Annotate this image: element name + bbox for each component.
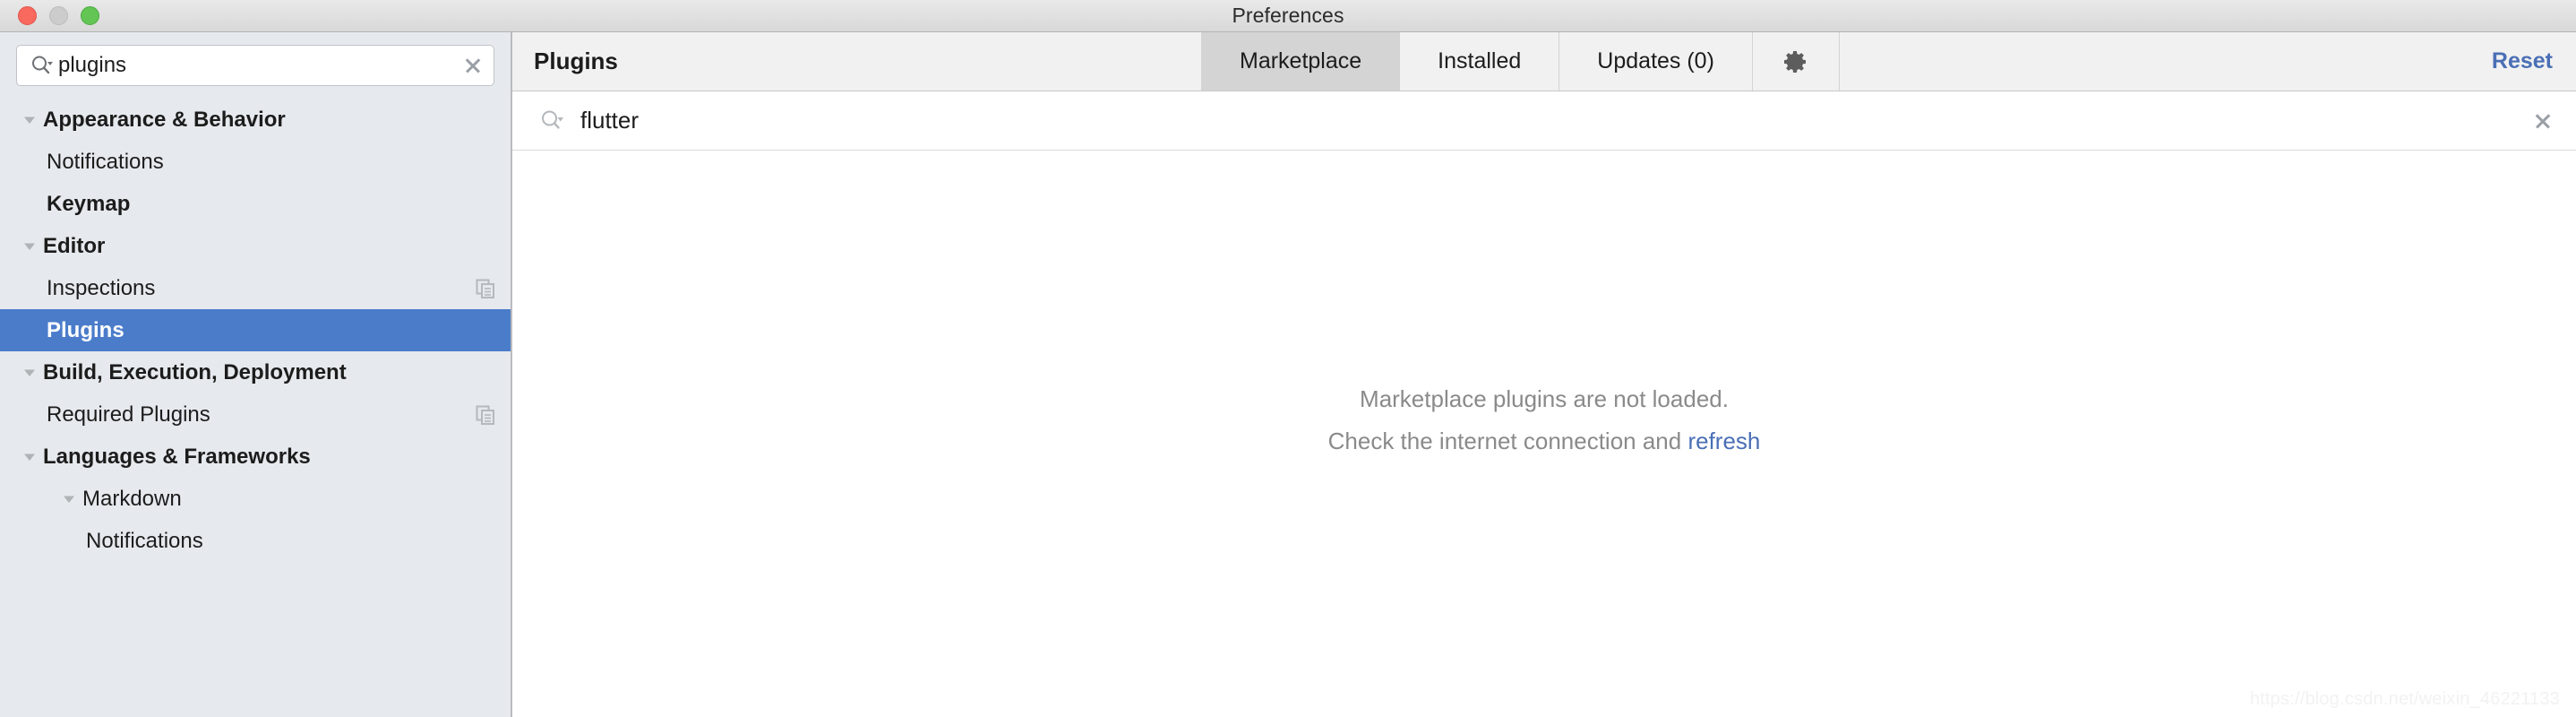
- chevron-down-icon[interactable]: [16, 238, 43, 255]
- sidebar-item-label: Notifications: [47, 149, 164, 174]
- chevron-down-icon[interactable]: [56, 491, 82, 507]
- sidebar-item-markdown-notifications[interactable]: Notifications: [0, 520, 511, 562]
- sidebar-item-label: Required Plugins: [47, 402, 210, 427]
- plugins-panel: Plugins Marketplace Installed Updates (0…: [512, 32, 2576, 717]
- settings-search-input[interactable]: plugins: [56, 55, 461, 76]
- sidebar-item-label: Notifications: [86, 528, 203, 553]
- chevron-down-icon[interactable]: [16, 449, 43, 465]
- sidebar-item-label: Languages & Frameworks: [43, 444, 311, 469]
- window-title: Preferences: [1232, 4, 1344, 27]
- title-bar: Preferences: [0, 0, 2576, 32]
- chevron-down-icon[interactable]: [16, 365, 43, 381]
- settings-search-field[interactable]: plugins: [16, 45, 494, 86]
- refresh-link[interactable]: refresh: [1687, 428, 1760, 454]
- window-body: plugins Appearance & Behavior Notificati…: [0, 32, 2576, 717]
- reset-button[interactable]: Reset: [2492, 32, 2576, 91]
- gear-icon[interactable]: [1753, 32, 1840, 91]
- sidebar-item-label: Inspections: [47, 275, 156, 300]
- empty-state-line-1: Marketplace plugins are not loaded.: [1360, 384, 1729, 412]
- sidebar-item-required-plugins[interactable]: Required Plugins: [0, 393, 511, 436]
- plugin-tabs: Marketplace Installed Updates (0): [1202, 32, 1753, 91]
- sidebar-item-editor[interactable]: Editor: [0, 225, 511, 267]
- sidebar-item-appearance-and-behavior[interactable]: Appearance & Behavior: [0, 99, 511, 141]
- tab-updates[interactable]: Updates (0): [1559, 32, 1753, 91]
- sidebar-item-inspections[interactable]: Inspections: [0, 267, 511, 309]
- sidebar-item-label: Build, Execution, Deployment: [43, 359, 347, 384]
- sidebar-item-languages-and-frameworks[interactable]: Languages & Frameworks: [0, 436, 511, 478]
- sidebar-item-build-execution-deployment[interactable]: Build, Execution, Deployment: [0, 351, 511, 393]
- sidebar-item-plugins[interactable]: Plugins: [0, 309, 511, 351]
- plugin-search-field[interactable]: flutter: [512, 91, 2576, 151]
- sidebar-item-notifications[interactable]: Notifications: [0, 141, 511, 183]
- settings-sidebar: plugins Appearance & Behavior Notificati…: [0, 32, 512, 717]
- watermark: https://blog.csdn.net/weixin_46221133: [2249, 689, 2560, 709]
- page-title: Plugins: [512, 32, 1202, 91]
- tab-installed[interactable]: Installed: [1400, 32, 1560, 91]
- sidebar-item-label: Plugins: [47, 317, 125, 342]
- clear-icon[interactable]: [2531, 109, 2555, 133]
- sidebar-item-keymap[interactable]: Keymap: [0, 183, 511, 225]
- header-spacer: [1840, 32, 2492, 91]
- copy-icon: [475, 404, 496, 426]
- sidebar-item-label: Editor: [43, 233, 106, 258]
- sidebar-item-label: Keymap: [47, 191, 131, 216]
- sidebar-item-markdown[interactable]: Markdown: [0, 478, 511, 520]
- chevron-down-icon[interactable]: [16, 112, 43, 128]
- sidebar-item-label: Appearance & Behavior: [43, 107, 286, 132]
- search-icon: [539, 108, 564, 134]
- search-icon: [30, 54, 53, 77]
- empty-state-line-2: Check the internet connection and refres…: [1328, 428, 1761, 455]
- sidebar-search-container: plugins: [0, 32, 511, 95]
- tab-marketplace[interactable]: Marketplace: [1202, 32, 1401, 91]
- preferences-window: Preferences plugins Appearance & Behavio…: [0, 0, 2576, 717]
- empty-state: Marketplace plugins are not loaded. Chec…: [512, 151, 2576, 717]
- panel-header: Plugins Marketplace Installed Updates (0…: [512, 32, 2576, 91]
- clear-icon[interactable]: [461, 54, 485, 77]
- settings-tree: Appearance & Behavior Notifications Keym…: [0, 95, 511, 562]
- empty-state-line-2-text: Check the internet connection and: [1327, 428, 1688, 454]
- copy-icon: [475, 278, 496, 299]
- plugin-search-input[interactable]: flutter: [568, 107, 2531, 134]
- sidebar-item-label: Markdown: [82, 486, 182, 511]
